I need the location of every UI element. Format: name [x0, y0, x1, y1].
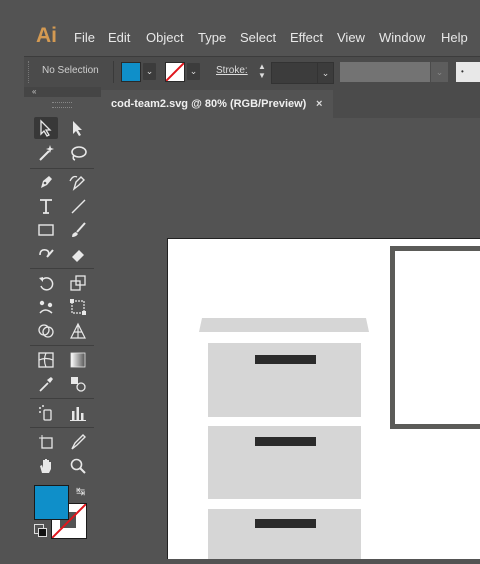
pen-tool-icon[interactable]: [34, 171, 58, 193]
type-tool-icon[interactable]: [34, 195, 58, 217]
mesh-tool-icon[interactable]: [34, 349, 58, 371]
control-bar-grip[interactable]: [28, 61, 32, 83]
document-tab-bar: cod-team2.svg @ 80% (RGB/Preview) ×: [101, 87, 480, 118]
slice-tool-icon[interactable]: [66, 431, 90, 453]
stroke-weight-stepper[interactable]: ▲▼: [256, 62, 268, 82]
magic-wand-tool-icon[interactable]: [34, 142, 58, 164]
direct-selection-tool-icon[interactable]: [66, 117, 90, 139]
profile-dropdown[interactable]: ⌄: [431, 62, 448, 82]
swap-fill-stroke-icon[interactable]: ↹: [76, 485, 85, 498]
menu-edit[interactable]: Edit: [108, 30, 130, 45]
stroke-dropdown[interactable]: ⌄: [187, 63, 200, 80]
menu-select[interactable]: Select: [240, 30, 276, 45]
selection-status: No Selection: [42, 65, 99, 76]
menu-file[interactable]: File: [74, 30, 95, 45]
fill-dropdown[interactable]: ⌄: [143, 63, 156, 80]
drawer-handle-3: [255, 519, 316, 528]
default-fill-stroke-icon[interactable]: [34, 524, 44, 534]
stroke-weight-dropdown[interactable]: ⌄: [317, 62, 334, 84]
menu-view[interactable]: View: [337, 30, 365, 45]
none-slash-icon: [166, 63, 184, 81]
line-segment-tool-icon[interactable]: [66, 195, 90, 217]
artboard-tool-icon[interactable]: [34, 431, 58, 453]
paintbrush-tool-icon[interactable]: [66, 219, 90, 241]
menu-window[interactable]: Window: [379, 30, 425, 45]
drawer-handle-1: [255, 355, 316, 364]
artboard[interactable]: [167, 238, 480, 559]
blend-tool-icon[interactable]: [66, 373, 90, 395]
eyedropper-tool-icon[interactable]: [34, 373, 58, 395]
stroke-color-swatch[interactable]: [165, 62, 185, 82]
gradient-tool-icon[interactable]: [66, 349, 90, 371]
symbol-sprayer-tool-icon[interactable]: [34, 402, 58, 424]
free-transform-tool-icon[interactable]: [66, 296, 90, 318]
lasso-tool-icon[interactable]: [66, 142, 90, 164]
document-tab[interactable]: cod-team2.svg @ 80% (RGB/Preview) ×: [101, 90, 333, 118]
brush-definition[interactable]: •: [456, 62, 480, 82]
cabinet-drawer-3: [208, 509, 361, 559]
divider: [30, 427, 94, 428]
panel-grip[interactable]: [52, 102, 72, 108]
cabinet-top: [199, 318, 369, 332]
close-tab-button[interactable]: ×: [316, 90, 322, 118]
artwork-illustration: [168, 239, 480, 559]
perspective-grid-tool-icon[interactable]: [66, 320, 90, 342]
shape-builder-tool-icon[interactable]: [34, 320, 58, 342]
panel-collapse-button[interactable]: «: [24, 87, 101, 97]
curvature-tool-icon[interactable]: [66, 171, 90, 193]
menu-bar: Ai File Edit Object Type Select Effect V…: [24, 20, 480, 57]
divider: [113, 61, 114, 83]
divider: [30, 268, 94, 269]
puppet-warp-tool-icon[interactable]: [34, 296, 58, 318]
picture-frame: [393, 249, 480, 427]
stroke-weight-input[interactable]: [271, 62, 319, 84]
scale-tool-icon[interactable]: [66, 272, 90, 294]
rotate-tool-icon[interactable]: [34, 272, 58, 294]
shaper-tool-icon[interactable]: [34, 243, 58, 265]
cabinet-drawer-1: [208, 343, 361, 417]
column-graph-tool-icon[interactable]: [66, 402, 90, 424]
menu-effect[interactable]: Effect: [290, 30, 323, 45]
divider: [30, 168, 94, 169]
control-bar: No Selection ⌄ ⌄ Stroke: ▲▼ ⌄ ⌄ •: [24, 57, 480, 88]
tools-panel: «: [24, 87, 102, 546]
menu-object[interactable]: Object: [146, 30, 184, 45]
fill-color-swatch[interactable]: [121, 62, 141, 82]
selection-tool-icon[interactable]: [34, 117, 58, 139]
canvas-area[interactable]: [101, 118, 480, 546]
divider: [30, 398, 94, 399]
zoom-tool-icon[interactable]: [66, 455, 90, 477]
app-logo: Ai: [36, 24, 57, 48]
drawer-handle-2: [255, 437, 316, 446]
eraser-tool-icon[interactable]: [66, 243, 90, 265]
cabinet-drawer-2: [208, 426, 361, 499]
menu-type[interactable]: Type: [198, 30, 226, 45]
rectangle-tool-icon[interactable]: [34, 219, 58, 241]
hand-tool-icon[interactable]: [34, 455, 58, 477]
document-tab-title: cod-team2.svg @ 80% (RGB/Preview): [111, 98, 306, 110]
stroke-label[interactable]: Stroke:: [216, 65, 248, 76]
fill-swatch[interactable]: [34, 485, 69, 520]
variable-width-profile[interactable]: [340, 62, 430, 82]
divider: [30, 345, 94, 346]
menu-help[interactable]: Help: [441, 30, 468, 45]
